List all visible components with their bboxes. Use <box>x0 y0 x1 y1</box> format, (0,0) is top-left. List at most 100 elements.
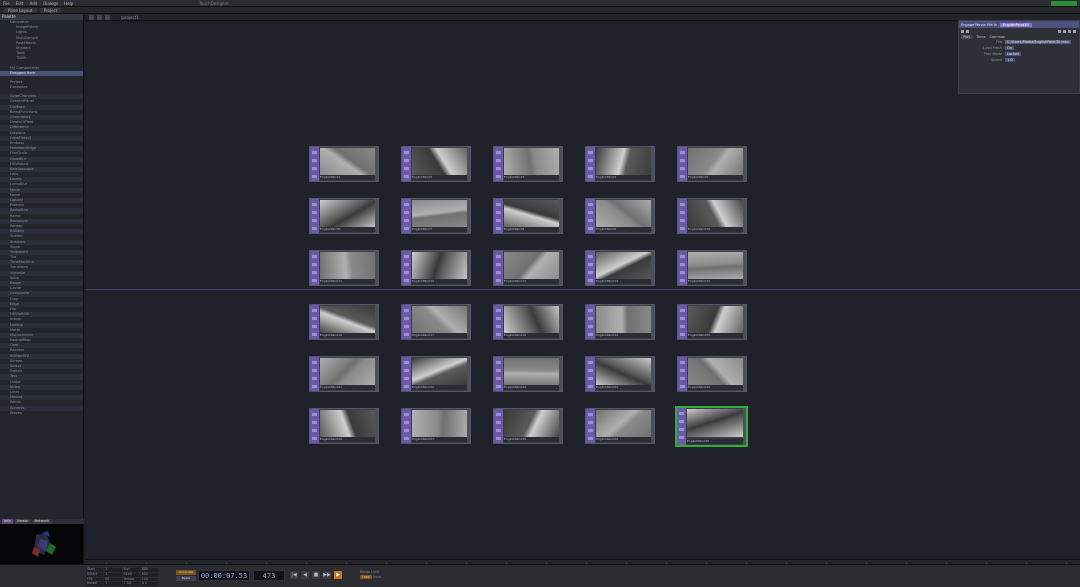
node-output-connector[interactable] <box>651 147 654 181</box>
node-flag-icon[interactable] <box>496 151 501 154</box>
node-flag-icon[interactable] <box>404 325 409 328</box>
movie-node[interactable]: EnglishPaint24 <box>585 356 655 392</box>
node-flag-icon[interactable] <box>588 263 593 266</box>
node-operator-strip[interactable] <box>494 147 503 181</box>
node-flag-icon[interactable] <box>588 255 593 258</box>
node-output-connector[interactable] <box>743 357 746 391</box>
movie-node[interactable]: EnglishPaint1 <box>309 146 379 182</box>
node-operator-strip[interactable] <box>678 305 687 339</box>
node-flag-icon[interactable] <box>312 361 317 364</box>
node-operator-strip[interactable] <box>586 409 595 443</box>
node-operator-strip[interactable] <box>310 305 319 339</box>
node-flag-icon[interactable] <box>680 279 685 282</box>
node-output-connector[interactable] <box>375 357 378 391</box>
node-operator-strip[interactable] <box>402 305 411 339</box>
movie-node[interactable]: EnglishPaint4 <box>585 146 655 182</box>
play-button[interactable]: ▶ <box>334 571 342 579</box>
node-flag-icon[interactable] <box>312 377 317 380</box>
node-flag-icon[interactable] <box>312 279 317 282</box>
node-flag-icon[interactable] <box>496 421 501 424</box>
movie-node[interactable]: EnglishPaint30 <box>675 406 748 447</box>
node-flag-icon[interactable] <box>404 385 409 388</box>
node-output-connector[interactable] <box>467 199 470 233</box>
node-flag-icon[interactable] <box>496 271 501 274</box>
node-flag-icon[interactable] <box>588 279 593 282</box>
movie-node[interactable]: EnglishPaint15 <box>677 250 747 286</box>
node-output-connector[interactable] <box>651 305 654 339</box>
eye-icon[interactable] <box>1063 29 1066 33</box>
movie-node[interactable]: EnglishPaint11 <box>309 250 379 286</box>
node-output-connector[interactable] <box>467 305 470 339</box>
node-flag-icon[interactable] <box>312 333 317 336</box>
node-operator-strip[interactable] <box>494 305 503 339</box>
step-forward-button[interactable]: ▶▶ <box>323 571 331 579</box>
node-flag-icon[interactable] <box>496 369 501 372</box>
movie-node[interactable]: EnglishPaint2 <box>401 146 471 182</box>
node-flag-icon[interactable] <box>680 227 685 230</box>
node-flag-icon[interactable] <box>404 203 409 206</box>
gear-icon[interactable] <box>1068 29 1071 33</box>
node-flag-icon[interactable] <box>680 175 685 178</box>
menu-dialogs[interactable]: Dialogs <box>43 1 58 6</box>
node-flag-icon[interactable] <box>496 333 501 336</box>
movie-node[interactable]: EnglishPaint27 <box>401 408 471 444</box>
node-output-connector[interactable] <box>743 251 746 285</box>
node-flag-icon[interactable] <box>496 211 501 214</box>
node-flag-icon[interactable] <box>588 361 593 364</box>
node-output-connector[interactable] <box>559 199 562 233</box>
movie-node[interactable]: EnglishPaint6 <box>309 198 379 234</box>
node-flag-icon[interactable] <box>496 325 501 328</box>
node-flag-icon[interactable] <box>312 255 317 258</box>
node-operator-strip[interactable] <box>402 199 411 233</box>
node-operator-strip[interactable] <box>494 199 503 233</box>
node-operator-strip[interactable] <box>678 357 687 391</box>
node-output-connector[interactable] <box>743 147 746 181</box>
back-icon[interactable] <box>89 14 94 20</box>
node-flag-icon[interactable] <box>588 203 593 206</box>
movie-node[interactable]: EnglishPaint10 <box>677 198 747 234</box>
node-flag-icon[interactable] <box>312 271 317 274</box>
movie-node[interactable]: EnglishPaint5 <box>677 146 747 182</box>
node-output-connector[interactable] <box>375 409 378 443</box>
node-flag-icon[interactable] <box>404 333 409 336</box>
node-flag-icon[interactable] <box>588 151 593 154</box>
movie-node[interactable]: EnglishPaint3 <box>493 146 563 182</box>
node-flag-icon[interactable] <box>312 219 317 222</box>
node-flag-icon[interactable] <box>588 333 593 336</box>
node-flag-icon[interactable] <box>404 255 409 258</box>
node-flag-icon[interactable] <box>404 361 409 364</box>
node-flag-icon[interactable] <box>404 369 409 372</box>
beats-button[interactable]: Beats <box>176 576 196 581</box>
node-flag-icon[interactable] <box>588 167 593 170</box>
movie-node[interactable]: EnglishPaint20 <box>677 304 747 340</box>
node-flag-icon[interactable] <box>680 325 685 328</box>
movie-node[interactable]: EnglishPaint14 <box>585 250 655 286</box>
node-output-connector[interactable] <box>651 357 654 391</box>
node-operator-strip[interactable] <box>310 147 319 181</box>
reload-toggle[interactable]: On <box>1005 46 1014 50</box>
node-flag-icon[interactable] <box>496 219 501 222</box>
node-flag-icon[interactable] <box>496 255 501 258</box>
node-flag-icon[interactable] <box>496 159 501 162</box>
node-flag-icon[interactable] <box>312 175 317 178</box>
movie-node[interactable]: EnglishPaint17 <box>401 304 471 340</box>
node-output-connector[interactable] <box>651 409 654 443</box>
node-operator-strip[interactable] <box>494 357 503 391</box>
node-flag-icon[interactable] <box>404 151 409 154</box>
node-flag-icon[interactable] <box>404 309 409 312</box>
param-tab-play[interactable]: Play <box>961 34 973 39</box>
node-output-connector[interactable] <box>559 409 562 443</box>
forward-icon[interactable] <box>97 14 102 20</box>
node-operator-strip[interactable] <box>494 251 503 285</box>
node-flag-icon[interactable] <box>312 369 317 372</box>
node-flag-icon[interactable] <box>588 325 593 328</box>
node-flag-icon[interactable] <box>496 203 501 206</box>
movie-node[interactable]: EnglishPaint16 <box>309 304 379 340</box>
node-operator-strip[interactable] <box>586 147 595 181</box>
node-flag-icon[interactable] <box>404 227 409 230</box>
node-flag-icon[interactable] <box>404 167 409 170</box>
movie-node[interactable]: EnglishPaint26 <box>309 408 379 444</box>
wrench-icon[interactable] <box>1058 29 1061 33</box>
node-flag-icon[interactable] <box>680 159 685 162</box>
node-flag-icon[interactable] <box>680 317 685 320</box>
